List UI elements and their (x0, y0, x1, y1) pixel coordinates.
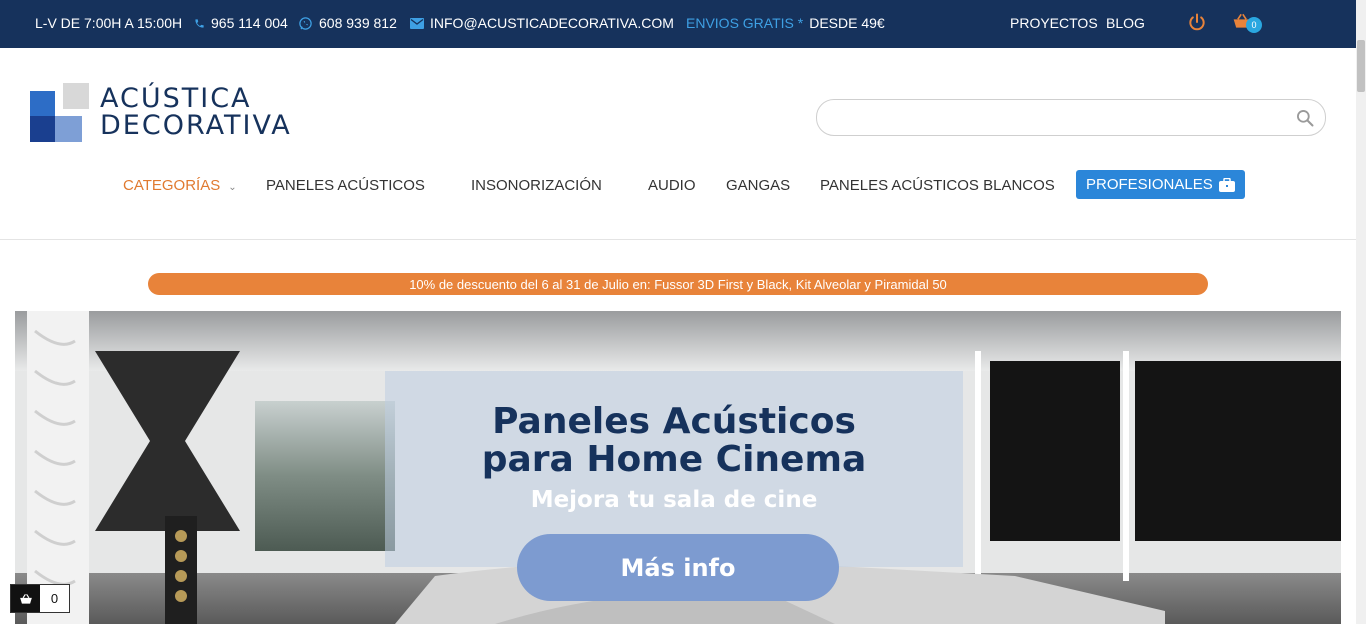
promo-text: 10% de descuento del 6 al 31 de Julio en… (409, 276, 947, 292)
opening-hours: L-V DE 7:00H A 15:00H (35, 15, 182, 31)
hero-more-info-button[interactable]: Más info (517, 534, 839, 601)
whatsapp-icon (298, 16, 313, 31)
nav-paneles-acusticos[interactable]: PANELES ACÚSTICOS (266, 177, 425, 194)
nav-audio[interactable]: AUDIO (648, 177, 696, 194)
power-icon (1187, 12, 1207, 32)
whatsapp-link[interactable]: 608 939 812 (298, 15, 397, 31)
logo-square-pale (55, 116, 82, 142)
hero-slider[interactable]: Paneles Acústicos para Home Cinema Mejor… (15, 311, 1341, 624)
free-shipping-notice: ENVIOS GRATIS * DESDE 49€ (686, 15, 885, 31)
nav-paneles-blancos[interactable]: PANELES ACÚSTICOS BLANCOS (820, 177, 1055, 194)
floating-cart-basket-icon (11, 585, 40, 612)
nav-profesionales-label: PROFESIONALES (1086, 176, 1213, 193)
header-divider (0, 239, 1356, 240)
floating-cart-count: 0 (50, 591, 59, 606)
login-button[interactable] (1187, 12, 1207, 32)
nav-gangas[interactable]: GANGAS (726, 177, 790, 194)
cart-count-badge: 0 (1246, 17, 1262, 33)
opening-hours-text: L-V DE 7:00H A 15:00H (35, 15, 183, 31)
floating-cart-widget[interactable]: 0 (10, 584, 70, 613)
scrollbar-thumb[interactable] (1357, 40, 1365, 92)
logo-square-navy (30, 116, 55, 142)
nav-profesionales-button[interactable]: PROFESIONALES (1076, 170, 1245, 199)
cart-button[interactable]: 0 (1232, 12, 1262, 33)
logo-line-1: ACÚSTICA (100, 83, 252, 114)
nav-categorias-label: CATEGORÍAS (123, 177, 221, 194)
proyectos-link[interactable]: PROYECTOS (1010, 15, 1098, 31)
search-icon[interactable] (1295, 108, 1315, 133)
phone-link[interactable]: 965 114 004 (194, 15, 288, 31)
phone-icon (194, 18, 205, 29)
email-link[interactable]: INFO@ACUSTICADECORATIVA.COM (410, 15, 674, 31)
nav-categorias[interactable]: CATEGORÍAS ⌄ (123, 177, 237, 194)
phone-number: 965 114 004 (211, 15, 288, 31)
page-scrollbar[interactable] (1356, 0, 1366, 624)
briefcase-icon (1218, 177, 1235, 192)
blog-link[interactable]: BLOG (1106, 15, 1145, 31)
site-logo[interactable]: ACÚSTICA DECORATIVA (30, 83, 290, 145)
envelope-icon (410, 17, 424, 29)
search-bar[interactable] (816, 99, 1326, 136)
email-address: INFO@ACUSTICADECORATIVA.COM (430, 15, 674, 31)
hero-subtitle: Mejora tu sala de cine (530, 487, 818, 513)
logo-square-light (63, 83, 89, 109)
free-shipping-label: ENVIOS GRATIS * (686, 15, 804, 31)
promo-banner[interactable]: 10% de descuento del 6 al 31 de Julio en… (148, 273, 1208, 295)
free-shipping-threshold: DESDE 49€ (809, 15, 885, 31)
logo-line-2: DECORATIVA (100, 110, 292, 141)
chevron-down-icon: ⌄ (228, 182, 237, 193)
top-bar: L-V DE 7:00H A 15:00H 965 114 004 608 93… (0, 0, 1356, 48)
nav-insonorizacion[interactable]: INSONORIZACIÓN (471, 177, 602, 194)
hero-title-line-1: Paneles Acústicos (492, 401, 856, 442)
search-input[interactable] (831, 108, 1291, 128)
logo-square-blue (30, 91, 55, 116)
whatsapp-number: 608 939 812 (319, 15, 397, 31)
logo-wordmark: ACÚSTICA DECORATIVA (100, 85, 292, 139)
hero-title-line-2: para Home Cinema (481, 439, 867, 480)
